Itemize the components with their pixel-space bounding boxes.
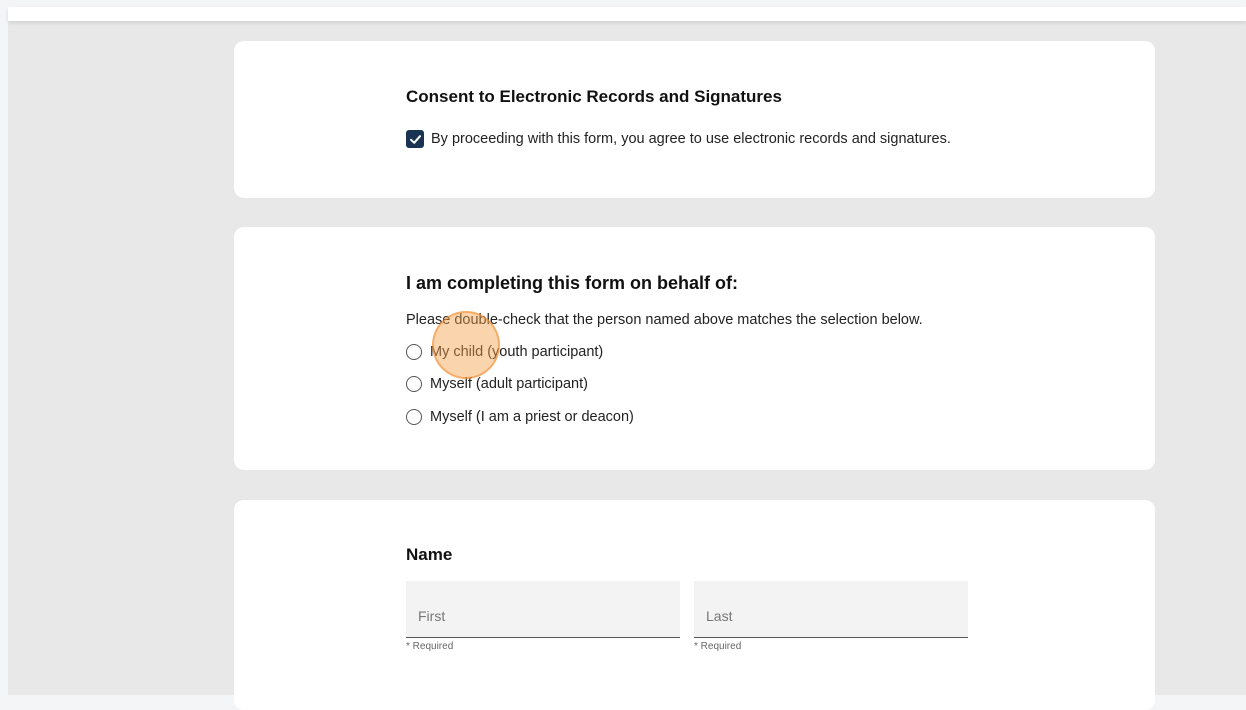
top-header-bar	[8, 7, 1246, 21]
consent-checkbox[interactable]	[406, 130, 424, 148]
behalf-title: I am completing this form on behalf of:	[406, 273, 739, 293]
first-name-required-hint: * Required	[406, 641, 454, 652]
consent-card: Consent to Electronic Records and Signat…	[234, 41, 1155, 198]
radio-option-my-child[interactable]: My child (youth participant)	[406, 344, 603, 360]
radio-empty-icon[interactable]	[406, 409, 422, 425]
last-name-required-hint: * Required	[694, 641, 742, 652]
consent-checkbox-label: By proceeding with this form, you agree …	[431, 131, 951, 147]
radio-option-label: My child (youth participant)	[430, 344, 604, 360]
last-name-field[interactable]	[694, 581, 968, 638]
behalf-card: I am completing this form on behalf of: …	[234, 227, 1155, 470]
consent-title: Consent to Electronic Records and Signat…	[406, 87, 782, 106]
radio-empty-icon[interactable]	[406, 376, 422, 392]
radio-option-myself-adult[interactable]: Myself (adult participant)	[406, 376, 588, 392]
radio-option-myself-priest[interactable]: Myself (I am a priest or deacon)	[406, 409, 634, 425]
name-title: Name	[406, 545, 453, 564]
behalf-hint: Please double-check that the person name…	[406, 312, 923, 328]
consent-checkbox-row[interactable]: By proceeding with this form, you agree …	[406, 130, 951, 148]
last-name-input[interactable]	[694, 581, 968, 637]
first-name-field[interactable]	[406, 581, 680, 638]
first-name-input[interactable]	[406, 581, 680, 637]
radio-option-label: Myself (I am a priest or deacon)	[430, 409, 634, 425]
checkmark-icon	[409, 134, 421, 144]
radio-empty-icon[interactable]	[406, 344, 422, 360]
radio-option-label: Myself (adult participant)	[430, 376, 588, 392]
name-card: Name * Required * Required	[234, 500, 1155, 710]
